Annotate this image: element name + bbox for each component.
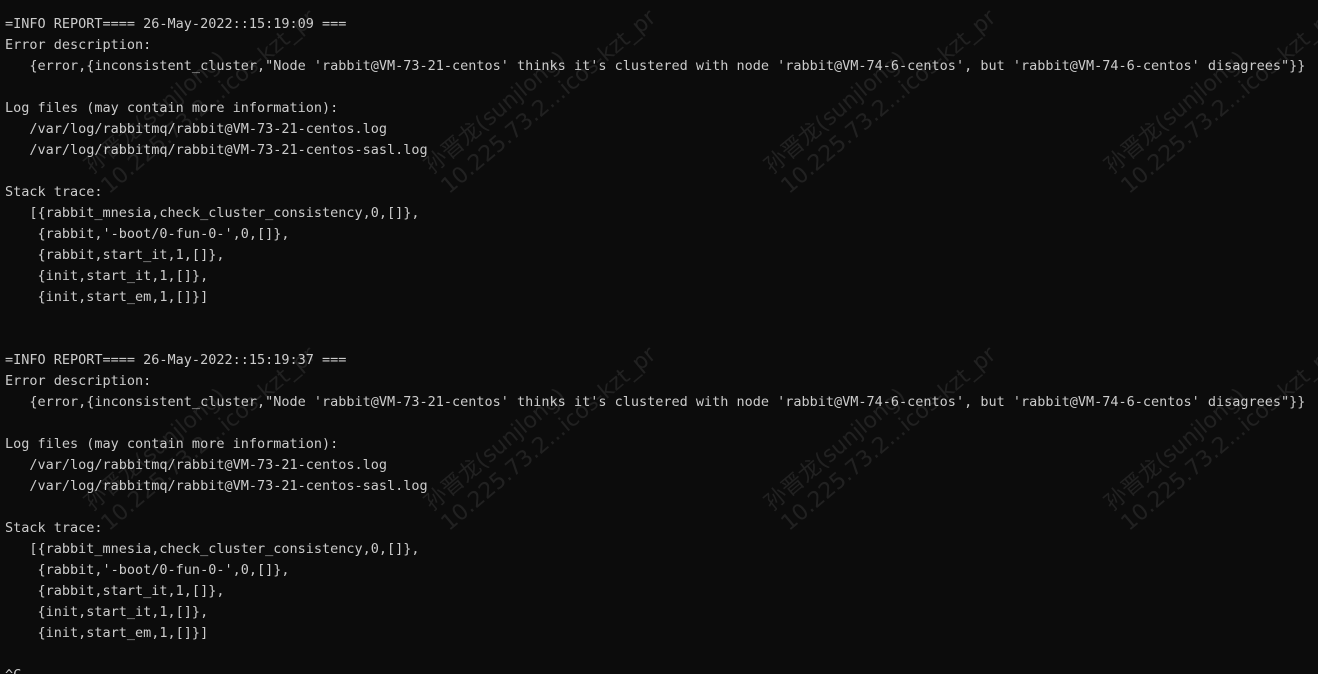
terminal-line: /var/log/rabbitmq/rabbit@VM-73-21-centos…	[5, 457, 388, 473]
terminal-line: Stack trace:	[5, 520, 103, 536]
terminal-line: {init,start_it,1,[]},	[5, 604, 209, 620]
terminal-line: =INFO REPORT==== 26-May-2022::15:19:37 =…	[5, 352, 347, 368]
terminal-line: {rabbit,'-boot/0-fun-0-',0,[]},	[5, 226, 290, 242]
terminal-line: {error,{inconsistent_cluster,"Node 'rabb…	[5, 394, 1306, 410]
terminal-line: /var/log/rabbitmq/rabbit@VM-73-21-centos…	[5, 142, 428, 158]
terminal-line: Log files (may contain more information)…	[5, 100, 339, 116]
terminal-line: {init,start_em,1,[]}]	[5, 289, 209, 305]
terminal-line: ^C	[5, 665, 1305, 674]
terminal-line: Stack trace:	[5, 184, 103, 200]
terminal-line: /var/log/rabbitmq/rabbit@VM-73-21-centos…	[5, 121, 388, 137]
terminal-window[interactable]: =INFO REPORT==== 26-May-2022::15:19:09 =…	[0, 0, 1318, 674]
terminal-output: =INFO REPORT==== 26-May-2022::15:19:09 =…	[5, 14, 1305, 674]
terminal-line: {init,start_em,1,[]}]	[5, 625, 209, 641]
terminal-line: Error description:	[5, 37, 152, 53]
terminal-line: {rabbit,start_it,1,[]},	[5, 247, 225, 263]
terminal-line: [{rabbit_mnesia,check_cluster_consistenc…	[5, 541, 420, 557]
terminal-line: {error,{inconsistent_cluster,"Node 'rabb…	[5, 58, 1306, 74]
terminal-line: {init,start_it,1,[]},	[5, 268, 209, 284]
terminal-line: [{rabbit_mnesia,check_cluster_consistenc…	[5, 205, 420, 221]
terminal-line: {rabbit,start_it,1,[]},	[5, 583, 225, 599]
terminal-line: {rabbit,'-boot/0-fun-0-',0,[]},	[5, 562, 290, 578]
terminal-line: /var/log/rabbitmq/rabbit@VM-73-21-centos…	[5, 478, 428, 494]
terminal-line: Error description:	[5, 373, 152, 389]
terminal-line: Log files (may contain more information)…	[5, 436, 339, 452]
terminal-line: =INFO REPORT==== 26-May-2022::15:19:09 =…	[5, 16, 347, 32]
